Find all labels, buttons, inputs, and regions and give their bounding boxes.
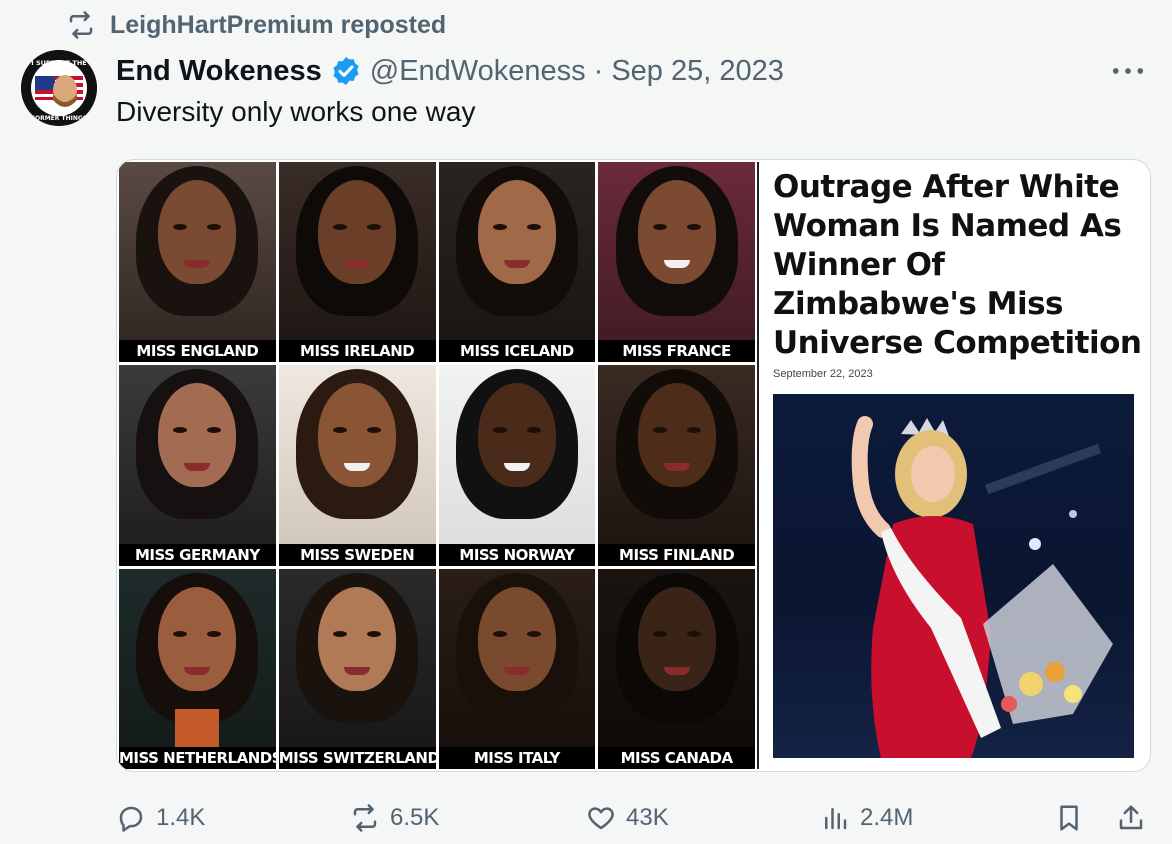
tweet-header: End Wokeness @EndWokeness · Sep 25, 2023 — [116, 50, 784, 92]
avatar-text-bottom: FORMER THINGS — [31, 115, 87, 122]
reply-count: 1.4K — [156, 804, 206, 831]
pageant-tile: MISS ENGLAND — [119, 162, 276, 363]
share-icon — [1119, 805, 1143, 830]
article-date: September 22, 2023 — [773, 368, 873, 380]
pageant-tile: MISS CANADA — [598, 568, 755, 769]
pageant-tile: MISS ITALY — [438, 568, 596, 769]
repost-text: LeighHartPremium reposted — [110, 10, 447, 39]
pageant-tile: MISS FINLAND — [598, 365, 755, 566]
tile-caption: MISS FINLAND — [598, 543, 755, 566]
tile-caption: MISS ENGLAND — [119, 340, 276, 363]
tweet-date[interactable]: Sep 25, 2023 — [611, 55, 784, 88]
views-chart-icon — [825, 808, 847, 830]
pageant-tile: MISS GERMANY — [119, 365, 276, 566]
tile-caption: MISS CANADA — [598, 746, 755, 769]
tweet-actions: 1.4K 6.5K 43K 2.4M — [116, 796, 1156, 840]
article-photo — [773, 394, 1134, 758]
pageant-tile: MISS ICELAND — [438, 162, 596, 363]
pageant-tile: MISS NORWAY — [438, 365, 596, 566]
repost-icon — [69, 11, 93, 39]
bookmark-button[interactable] — [1054, 796, 1084, 840]
separator-dot: · — [593, 54, 604, 87]
views-count: 2.4M — [860, 804, 914, 831]
pageant-tile: MISS SWEDEN — [278, 365, 436, 566]
tile-caption: MISS NETHERLANDS — [119, 746, 276, 769]
share-button[interactable] — [1116, 796, 1146, 840]
pageant-collage: MISS ENGLAND MISS IRELAND MISS ICELAND M… — [119, 162, 755, 769]
bookmark-icon — [1060, 805, 1078, 831]
article-panel: Outrage After White Woman Is Named As Wi… — [757, 162, 1150, 769]
more-options-icon[interactable] — [1110, 56, 1146, 86]
tweet-text: Diversity only works one way — [116, 96, 476, 127]
tile-caption: MISS GERMANY — [119, 543, 276, 566]
tile-caption: MISS NORWAY — [438, 543, 596, 566]
heart-icon — [588, 807, 614, 830]
tile-caption: MISS SWITZERLAND — [278, 746, 436, 769]
repost-icon — [353, 804, 377, 832]
tile-caption: MISS ITALY — [438, 746, 596, 769]
author-handle[interactable]: @EndWokeness — [370, 55, 586, 88]
pageant-tile: MISS SWITZERLAND — [278, 568, 436, 769]
reply-button[interactable]: 1.4K — [116, 796, 205, 840]
article-headline: Outrage After White Woman Is Named As Wi… — [773, 169, 1142, 361]
display-name[interactable]: End Wokeness — [116, 55, 322, 88]
pageant-tile: MISS FRANCE — [598, 162, 755, 363]
pageant-tile: MISS IRELAND — [278, 162, 436, 363]
like-button[interactable]: 43K — [586, 796, 669, 840]
repost-button[interactable]: 6.5K — [350, 796, 439, 840]
views-button[interactable]: 2.4M — [820, 796, 913, 840]
reply-icon — [119, 806, 143, 832]
media-image[interactable]: MISS ENGLAND MISS IRELAND MISS ICELAND M… — [116, 159, 1151, 772]
avatar[interactable]: I SUPPORT THE FORMER THINGS — [21, 50, 97, 126]
avatar-text-top: I SUPPORT THE — [31, 59, 86, 67]
tile-caption: MISS FRANCE — [598, 340, 755, 363]
verified-badge-icon[interactable] — [330, 55, 362, 87]
repost-count: 6.5K — [390, 804, 440, 831]
like-count: 43K — [626, 804, 669, 831]
tile-caption: MISS IRELAND — [278, 340, 436, 363]
pageant-tile: MISS NETHERLANDS — [119, 568, 276, 769]
tile-caption: MISS SWEDEN — [278, 543, 436, 566]
repost-indicator[interactable]: LeighHartPremium reposted — [66, 8, 446, 42]
tile-caption: MISS ICELAND — [438, 340, 596, 363]
